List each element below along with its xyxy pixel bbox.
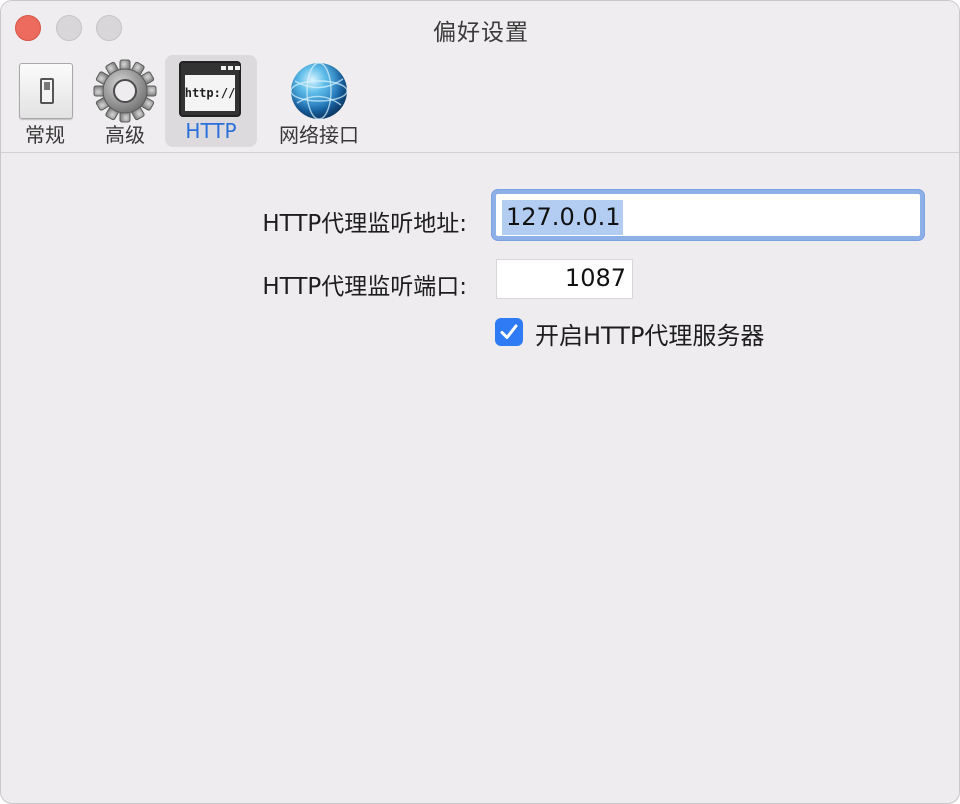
tab-http[interactable]: http:// HTTP [165, 55, 257, 147]
enable-http-proxy-checkbox[interactable] [495, 318, 523, 346]
window-title: 偏好设置 [433, 20, 529, 46]
http-icon-text: http:// [185, 75, 235, 111]
tab-general-label: 常规 [25, 123, 65, 147]
tab-advanced-label: 高级 [105, 123, 145, 147]
tab-advanced[interactable]: 高级 [89, 55, 161, 147]
checkmark-icon [500, 324, 518, 339]
tab-network-interface[interactable]: 网络接口 [267, 55, 371, 147]
address-input[interactable]: 127.0.0.1 [492, 190, 924, 240]
address-label: HTTP代理监听地址: [262, 211, 467, 237]
globe-icon [287, 59, 351, 123]
enable-http-proxy-label: 开启HTTP代理服务器 [535, 322, 765, 350]
tab-general[interactable]: 常规 [11, 55, 79, 147]
port-label: HTTP代理监听端口: [262, 274, 467, 300]
tab-network-interface-label: 网络接口 [279, 123, 359, 147]
http-settings-panel: HTTP代理监听地址: 127.0.0.1 HTTP代理监听端口: 1087 开… [1, 154, 959, 803]
port-input[interactable]: 1087 [496, 259, 633, 299]
address-value: 127.0.0.1 [502, 200, 623, 235]
tab-http-label: HTTP [185, 119, 237, 143]
http-window-icon: http:// [179, 59, 243, 123]
preferences-window: 偏好设置 常规 高级 http:// HTTP 网络接口 HTTP代理监听地址:… [0, 0, 960, 804]
toggle-switch-icon [13, 59, 77, 123]
gear-icon [93, 59, 157, 123]
titlebar: 偏好设置 常规 高级 http:// HTTP 网络接口 [1, 1, 959, 153]
